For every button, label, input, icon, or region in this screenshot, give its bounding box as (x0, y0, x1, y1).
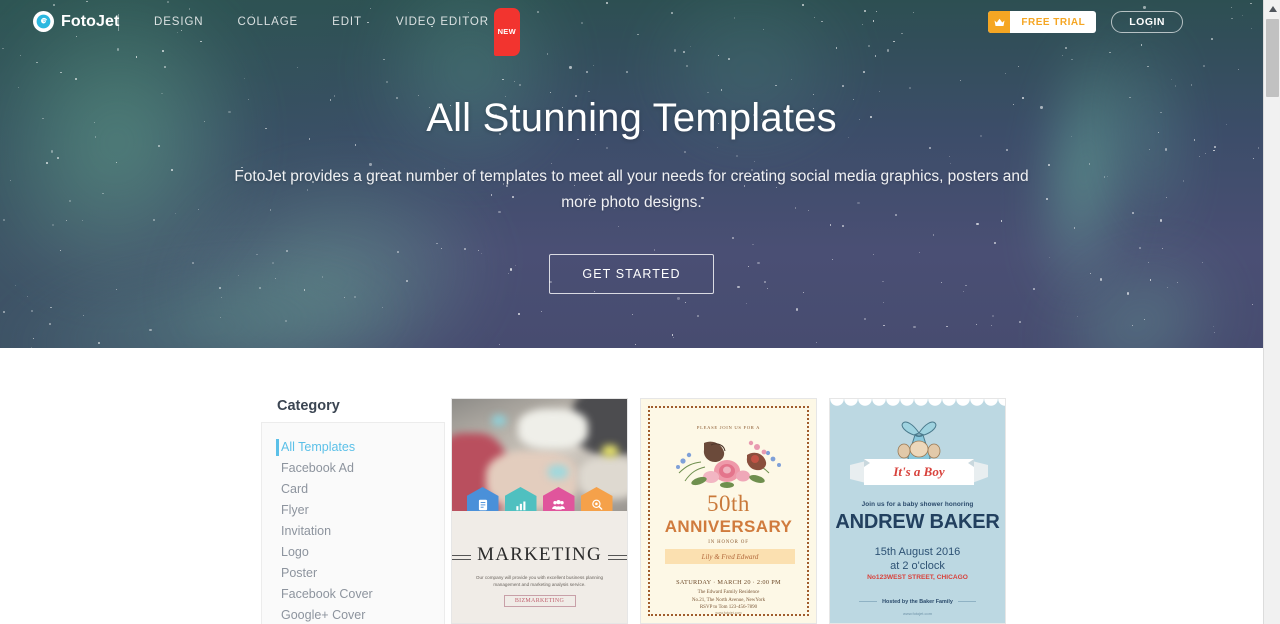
main-nav: DESIGN COLLAGE EDIT VIDEO EDITOR NEW (118, 0, 520, 56)
new-badge: NEW (493, 8, 520, 56)
banner-ribbon: It's a Boy (850, 459, 988, 485)
template-when: SATURDAY · MARCH 20 · 2:00 PM (676, 579, 781, 586)
free-trial-label: FREE TRIAL (1021, 16, 1086, 28)
browser-scrollbar[interactable] (1263, 0, 1280, 624)
template-names: Lily & Fred Edward (701, 552, 759, 561)
sidebar-item-all-templates[interactable]: All Templates (262, 437, 444, 458)
brand-name: FotoJet (61, 12, 120, 30)
nav-label: DESIGN (154, 16, 204, 28)
template-description: Our company will provide you with excell… (475, 575, 604, 587)
template-card-anniversary[interactable]: PLEASE JOIN US FOR A 50th ANNIVERSARY IN… (640, 398, 817, 624)
template-ribbon: Lily & Fred Edward (665, 549, 795, 564)
template-where: The Edward Family Residence No.21, The No… (691, 590, 766, 610)
sidebar-item-logo[interactable]: Logo (262, 542, 444, 563)
template-date-line: 15th August 2016 at 2 o'clock (830, 545, 1005, 573)
get-started-button[interactable]: GET STARTED (549, 254, 714, 294)
template-body: MARKETING Our company will provide you w… (452, 511, 627, 623)
template-cta: BIZMARKETING (503, 595, 576, 607)
template-card-marketing[interactable]: MARKETING Our company will provide you w… (451, 398, 628, 624)
sidebar-item-facebook-ad[interactable]: Facebook Ad (262, 458, 444, 479)
divider-line (957, 601, 976, 603)
template-title: ANNIVERSARY (664, 517, 793, 536)
page-viewport: All Stunning Templates FotoJet provides … (0, 0, 1263, 624)
scrollbar-thumb[interactable] (1266, 19, 1279, 97)
template-title: MARKETING (452, 544, 627, 565)
template-host: Hosted by the Baker Family (830, 599, 1005, 605)
sidebar-item-flyer[interactable]: Flyer (262, 500, 444, 521)
sidebar-item-label: Google+ Cover (281, 608, 366, 622)
host-text: Hosted by the Baker Family (882, 599, 953, 605)
sidebar-item-google-plus-cover[interactable]: Google+ Cover (262, 605, 444, 624)
template-number: 50th (707, 491, 750, 516)
sidebar-item-label: All Templates (281, 440, 356, 454)
sidebar-item-card[interactable]: Card (262, 479, 444, 500)
free-trial-button[interactable]: FREE TRIAL (988, 11, 1097, 33)
nav-item-design[interactable]: DESIGN (137, 0, 221, 44)
time-text: at 2 o'clock (890, 560, 945, 572)
template-url: www.fotojet.com (715, 611, 742, 615)
sidebar-item-label: Poster (281, 566, 318, 580)
nav-item-video-editor[interactable]: VIDEO EDITOR NEW (379, 0, 520, 56)
sidebar-item-label: Card (281, 482, 309, 496)
sidebar-item-label: Flyer (281, 503, 309, 517)
main-content: Category All Templates Facebook Ad Card … (0, 348, 1263, 624)
sidebar-item-poster[interactable]: Poster (262, 563, 444, 584)
template-join-line: PLEASE JOIN US FOR A (696, 425, 761, 430)
sidebar-item-label: Facebook Ad (281, 461, 354, 475)
nav-label: EDIT (332, 16, 362, 28)
sidebar-item-invitation[interactable]: Invitation (262, 521, 444, 542)
template-address: No123WEST STREET, CHICAGO (867, 574, 968, 581)
nav-divider (118, 13, 119, 31)
template-url: www.fotojet.com (902, 611, 933, 616)
hero-copy: All Stunning Templates FotoJet provides … (0, 0, 1263, 294)
login-button[interactable]: LOGIN (1111, 11, 1183, 33)
sidebar-item-label: Facebook Cover (281, 587, 373, 601)
nav-label: COLLAGE (237, 16, 299, 28)
page-title: All Stunning Templates (426, 96, 837, 140)
template-name-line: ANDREW BAKER (835, 511, 1000, 533)
template-honor-line: IN HONOR OF (708, 540, 749, 545)
crown-icon (988, 11, 1011, 33)
nav-item-edit[interactable]: EDIT (315, 0, 379, 44)
scallop-edge (830, 399, 1005, 413)
nav-label: VIDEO EDITOR (395, 16, 489, 28)
sidebar-item-facebook-cover[interactable]: Facebook Cover (262, 584, 444, 605)
chevron-up-icon[interactable] (1264, 0, 1280, 17)
date-text: 15th August 2016 (874, 546, 961, 558)
floral-birds-illustration (669, 433, 791, 489)
hero-section: All Stunning Templates FotoJet provides … (0, 0, 1263, 348)
category-sidebar: All Templates Facebook Ad Card Flyer Inv… (261, 422, 445, 624)
banner-text: It's a Boy (893, 464, 945, 479)
template-join-line: Join us for a baby shower honoring (861, 501, 974, 508)
hero-subtitle: FotoJet provides a great number of templ… (234, 168, 1029, 211)
sidebar-item-label: Logo (281, 545, 309, 559)
sidebar-item-label: Invitation (281, 524, 332, 538)
divider-line (859, 601, 878, 603)
fotojet-spiral-icon (33, 11, 54, 32)
template-card-baby-shower[interactable]: It's a Boy Join us for a baby shower hon… (829, 398, 1006, 624)
brand-logo[interactable]: FotoJet (33, 11, 119, 32)
site-header: FotoJet DESIGN COLLAGE EDIT VIDEO EDITOR… (0, 0, 1263, 56)
header-actions: FREE TRIAL LOGIN (988, 11, 1183, 33)
nav-item-collage[interactable]: COLLAGE (221, 0, 316, 44)
category-heading: Category (277, 398, 340, 414)
